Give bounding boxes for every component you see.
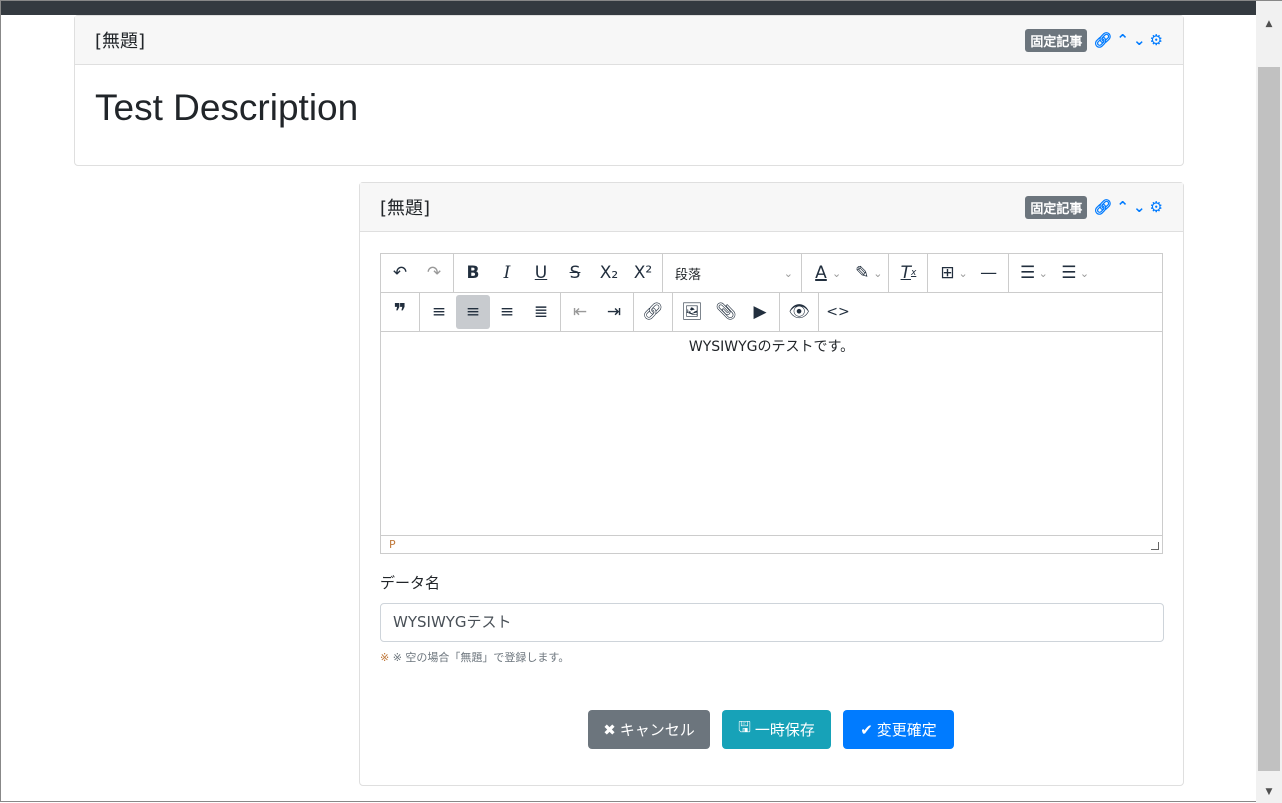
confirm-label: 変更確定 [876, 721, 937, 739]
chevron-up-icon[interactable]: ⌃ [1116, 198, 1129, 216]
scrollbar-thumb[interactable] [1258, 67, 1280, 771]
chevron-down-icon: ⌄ [783, 266, 793, 280]
italic-icon[interactable]: I [490, 256, 524, 290]
indent-icon[interactable]: ⇥ [597, 295, 631, 329]
link-icon[interactable]: 🔗︎ [1093, 198, 1112, 216]
close-icon: ✖ [603, 720, 616, 739]
chevron-down-icon[interactable]: ⌄ [1133, 198, 1146, 216]
save-label: 一時保存 [754, 721, 815, 739]
preview-eye-icon[interactable]: 👁︎ [782, 295, 816, 329]
format-select-value: 段落 [675, 267, 702, 283]
chevron-down-icon[interactable]: ⌄ [832, 267, 841, 280]
chevron-down-icon[interactable]: ⌄ [958, 267, 967, 280]
media-icon[interactable]: ▶ [743, 295, 777, 329]
card-title: [無題] [95, 31, 146, 52]
cancel-label: キャンセル [619, 721, 695, 739]
confirm-button[interactable]: ✔ 変更確定 [843, 710, 954, 749]
chevron-up-icon[interactable]: ⌃ [1116, 31, 1129, 49]
scrollbar[interactable]: ▲ ▼ [1256, 1, 1282, 803]
attachment-icon[interactable]: 📎︎ [709, 295, 743, 329]
scroll-down-arrow-icon[interactable]: ▼ [1256, 783, 1282, 801]
horizontal-rule-icon[interactable]: — [972, 256, 1006, 290]
help-text: ※ ※ 空の場合「無題」で登録します。 [380, 651, 570, 664]
card-body-text: Test Description [95, 87, 359, 128]
check-icon: ✔ [860, 720, 873, 739]
align-justify-icon[interactable]: ≣ [524, 295, 558, 329]
top-bar [1, 1, 1282, 15]
gear-icon[interactable]: ⚙ [1150, 198, 1163, 216]
data-name-label: データ名 [380, 574, 441, 592]
chevron-down-icon[interactable]: ⌄ [873, 267, 882, 280]
clear-format-icon[interactable]: Tx [891, 256, 925, 290]
strikethrough-icon[interactable]: S [558, 256, 592, 290]
card-header: [無題] 固定記事 🔗︎ ⌃ ⌄ ⚙ [360, 183, 1183, 232]
link-icon[interactable]: 🔗︎ [636, 295, 670, 329]
editor-content[interactable]: WYSIWYGのテストです。 [381, 332, 1162, 535]
underline-icon[interactable]: U [524, 256, 558, 290]
pinned-badge: 固定記事 [1025, 195, 1088, 219]
gear-icon[interactable]: ⚙ [1150, 31, 1163, 49]
wysiwyg-editor: ↶ ↷ B I U S X₂ X² 段落 ⌄ A ⌄ ✎ ⌄ Tx ⊞ ⌄ — ☰ ⌄ ☰ ⌄ ❞ ≡ ≡ ≡ ≣ … [380, 253, 1163, 554]
pinned-badge: 固定記事 [1025, 28, 1088, 52]
data-name-input[interactable]: WYSIWYGテスト [380, 603, 1164, 642]
bold-icon[interactable]: B [456, 256, 490, 290]
card-header: [無題] 固定記事 🔗︎ ⌃ ⌄ ⚙ [75, 16, 1183, 65]
post-card-1: [無題] 固定記事 🔗︎ ⌃ ⌄ ⚙ Test Description [74, 15, 1184, 166]
card-title: [無題] [380, 198, 431, 219]
image-icon[interactable]: 🖼︎ [675, 295, 709, 329]
format-select[interactable]: 段落 ⌄ [663, 254, 802, 292]
subscript-icon[interactable]: X₂ [592, 256, 626, 290]
align-left-icon[interactable]: ≡ [422, 295, 456, 329]
toolbar-row-2: ❞ ≡ ≡ ≡ ≣ ⇤ ⇥ 🔗︎ 🖼︎ 📎︎ ▶ 👁︎ <> [381, 293, 1162, 332]
post-card-2: [無題] 固定記事 🔗︎ ⌃ ⌄ ⚙ ↶ ↷ B I U S X₂ X² 段落 ⌄ A ⌄ ✎ ⌄ … [359, 182, 1184, 786]
toolbar-row-1: ↶ ↷ B I U S X₂ X² 段落 ⌄ A ⌄ ✎ ⌄ Tx ⊞ ⌄ — ☰ ⌄ ☰ ⌄ [381, 254, 1162, 293]
temp-save-button[interactable]: 🖫 一時保存 [722, 710, 831, 749]
scroll-up-arrow-icon[interactable]: ▲ [1256, 15, 1282, 33]
chevron-down-icon[interactable]: ⌄ [1133, 31, 1146, 49]
link-icon[interactable]: 🔗︎ [1093, 31, 1112, 49]
redo-icon[interactable]: ↷ [417, 256, 451, 290]
align-right-icon[interactable]: ≡ [490, 295, 524, 329]
save-icon: 🖫 [738, 718, 751, 736]
chevron-down-icon[interactable]: ⌄ [1080, 267, 1089, 280]
editor-statusbar-path: P [381, 535, 1162, 553]
chevron-down-icon[interactable]: ⌄ [1039, 267, 1048, 280]
align-center-icon[interactable]: ≡ [456, 295, 490, 329]
blockquote-icon[interactable]: ❞ [383, 295, 417, 329]
help-text-content: ※ 空の場合「無題」で登録します。 [392, 651, 570, 664]
source-code-icon[interactable]: <> [821, 295, 855, 329]
undo-icon[interactable]: ↶ [383, 256, 417, 290]
cancel-button[interactable]: ✖ キャンセル [588, 710, 710, 749]
outdent-icon[interactable]: ⇤ [563, 295, 597, 329]
superscript-icon[interactable]: X² [626, 256, 660, 290]
